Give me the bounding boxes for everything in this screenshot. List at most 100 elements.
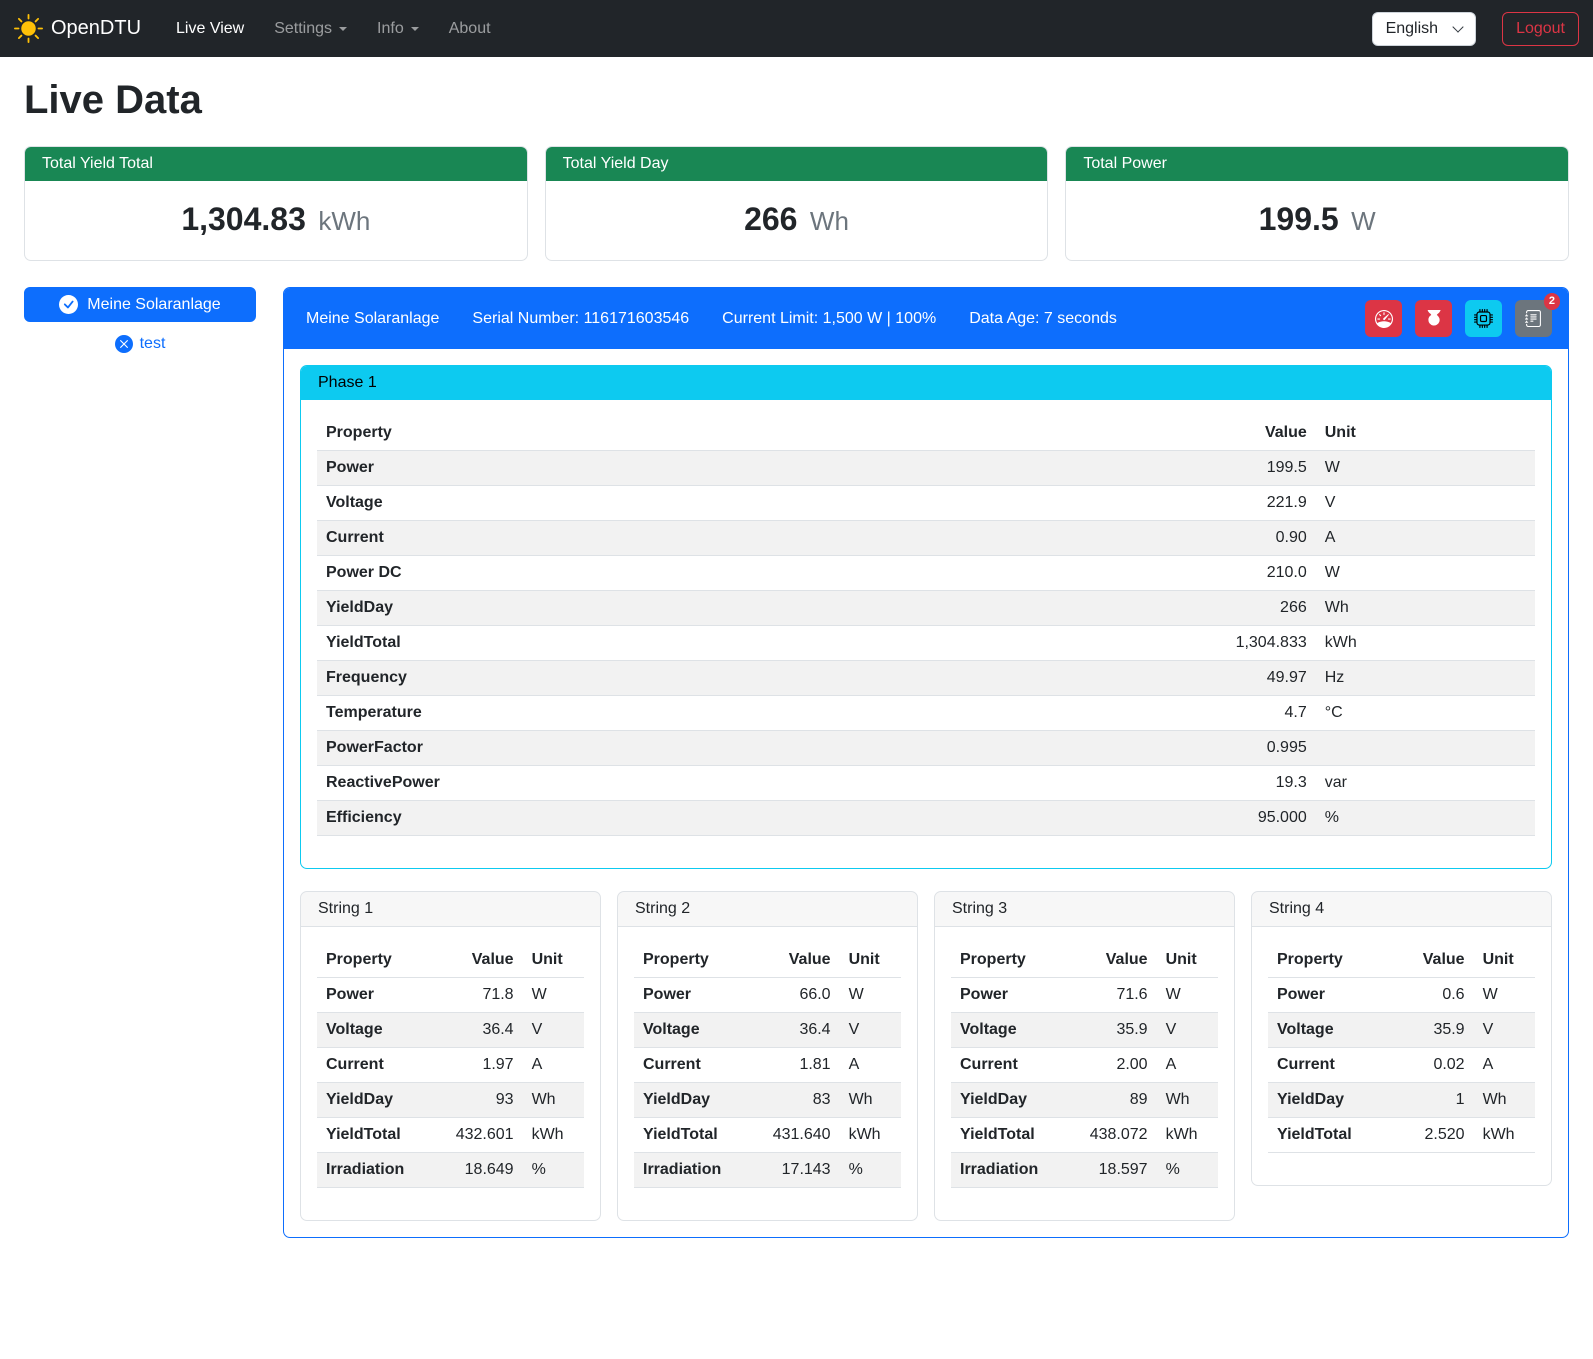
value-cell: 17.143 xyxy=(754,1153,839,1188)
table-row: YieldTotal1,304.833kWh xyxy=(317,626,1535,661)
inverter-select-button[interactable]: Meine Solaranlage xyxy=(24,287,256,322)
string-title: String 1 xyxy=(301,892,600,927)
value-cell: 0.995 xyxy=(1170,731,1316,766)
property-cell: Voltage xyxy=(951,1013,1071,1048)
main-content: Live Data Total Yield Total 1,304.83 kWh… xyxy=(0,78,1593,1266)
unit-cell: kWh xyxy=(840,1118,901,1153)
unit-cell: W xyxy=(840,978,901,1013)
unit-cell: Wh xyxy=(523,1083,584,1118)
property-cell: Voltage xyxy=(317,486,1170,521)
value-cell: 35.9 xyxy=(1388,1013,1473,1048)
column-header-unit: Unit xyxy=(1157,943,1218,978)
summary-card-total-power: Total Power 199.5 W xyxy=(1065,146,1569,261)
power-icon xyxy=(1425,310,1443,328)
property-cell: YieldDay xyxy=(634,1083,754,1118)
summary-card-unit: W xyxy=(1351,206,1376,236)
table-row: YieldTotal432.601kWh xyxy=(317,1118,584,1153)
table-header-row: PropertyValueUnit xyxy=(951,943,1218,978)
summary-card-value: 1,304.83 xyxy=(181,201,306,237)
table-row: Power0.6W xyxy=(1268,978,1535,1013)
property-cell: YieldDay xyxy=(951,1083,1071,1118)
property-cell: Irradiation xyxy=(317,1153,437,1188)
property-cell: Irradiation xyxy=(951,1153,1071,1188)
summary-card-unit: Wh xyxy=(810,206,849,236)
nav-item-info[interactable]: Info xyxy=(362,12,434,46)
value-cell: 19.3 xyxy=(1170,766,1316,801)
property-cell: Current xyxy=(634,1048,754,1083)
inverter-limit: Current Limit: 1,500 W | 100% xyxy=(722,310,936,328)
table-row: Efficiency95.000% xyxy=(317,801,1535,836)
table-header-row: PropertyValueUnit xyxy=(634,943,901,978)
table-row: Current1.81A xyxy=(634,1048,901,1083)
table-row: Voltage35.9V xyxy=(951,1013,1218,1048)
unit-cell: V xyxy=(840,1013,901,1048)
nav-item-settings[interactable]: Settings xyxy=(259,12,362,46)
table-row: Voltage35.9V xyxy=(1268,1013,1535,1048)
summary-card-title: Total Yield Total xyxy=(25,147,527,181)
brand[interactable]: OpenDTU xyxy=(14,14,141,43)
nav-item-live-view[interactable]: Live View xyxy=(161,12,259,46)
property-cell: PowerFactor xyxy=(317,731,1170,766)
inverter-select-label: Meine Solaranlage xyxy=(87,296,220,314)
table-row: YieldDay266Wh xyxy=(317,591,1535,626)
inverter-name: Meine Solaranlage xyxy=(306,310,439,328)
unit-cell: A xyxy=(1474,1048,1535,1083)
unit-cell: Hz xyxy=(1316,661,1535,696)
unit-cell xyxy=(1316,731,1535,766)
property-cell: Temperature xyxy=(317,696,1170,731)
column-header-value: Value xyxy=(1388,943,1473,978)
string-table: PropertyValueUnitPower71.6WVoltage35.9VC… xyxy=(951,943,1218,1188)
value-cell: 93 xyxy=(437,1083,522,1118)
cpu-icon xyxy=(1474,309,1493,328)
value-cell: 36.4 xyxy=(754,1013,839,1048)
value-cell: 71.8 xyxy=(437,978,522,1013)
column-header-unit: Unit xyxy=(840,943,901,978)
value-cell: 35.9 xyxy=(1071,1013,1156,1048)
table-row: PowerFactor0.995 xyxy=(317,731,1535,766)
nav-links: Live View Settings Info About xyxy=(161,12,506,46)
power-settings-button[interactable] xyxy=(1415,300,1452,337)
unit-cell: kWh xyxy=(523,1118,584,1153)
unit-cell: % xyxy=(840,1153,901,1188)
unit-cell: Wh xyxy=(1316,591,1535,626)
navbar: OpenDTU Live View Settings Info About En… xyxy=(0,0,1593,57)
column-header-unit: Unit xyxy=(1316,416,1535,451)
table-row: Current0.02A xyxy=(1268,1048,1535,1083)
table-row: Power DC210.0W xyxy=(317,556,1535,591)
property-cell: Power xyxy=(1268,978,1388,1013)
string-table: PropertyValueUnitPower0.6WVoltage35.9VCu… xyxy=(1268,943,1535,1153)
table-row: Power66.0W xyxy=(634,978,901,1013)
column-header-property: Property xyxy=(951,943,1071,978)
column-header-value: Value xyxy=(1071,943,1156,978)
unit-cell: kWh xyxy=(1316,626,1535,661)
string-table-body: Power71.8WVoltage36.4VCurrent1.97AYieldD… xyxy=(317,978,584,1188)
logout-button[interactable]: Logout xyxy=(1502,12,1579,46)
table-row: Current2.00A xyxy=(951,1048,1218,1083)
column-header-property: Property xyxy=(317,416,1170,451)
table-row: Voltage36.4V xyxy=(317,1013,584,1048)
unit-cell: A xyxy=(1157,1048,1218,1083)
event-log-button[interactable]: 2 xyxy=(1515,300,1552,337)
unit-cell: Wh xyxy=(1157,1083,1218,1118)
limit-settings-button[interactable] xyxy=(1365,300,1402,337)
page-title: Live Data xyxy=(24,78,1569,123)
language-select[interactable]: English xyxy=(1372,12,1476,46)
string-card-2: String 2PropertyValueUnitPower66.0WVolta… xyxy=(617,891,918,1221)
device-info-button[interactable] xyxy=(1465,300,1502,337)
property-cell: YieldDay xyxy=(317,591,1170,626)
unit-cell: W xyxy=(1316,451,1535,486)
phase-table-body: Power199.5WVoltage221.9VCurrent0.90APowe… xyxy=(317,451,1535,836)
table-row: YieldTotal2.520kWh xyxy=(1268,1118,1535,1153)
nav-item-label: Info xyxy=(377,20,404,38)
value-cell: 18.649 xyxy=(437,1153,522,1188)
check-circle-icon xyxy=(59,295,78,314)
brand-label: OpenDTU xyxy=(51,17,141,40)
unit-cell: kWh xyxy=(1157,1118,1218,1153)
inverter-data-age: Data Age: 7 seconds xyxy=(969,310,1117,328)
sidebar-item-test[interactable]: test xyxy=(24,335,256,353)
string-card-1: String 1PropertyValueUnitPower71.8WVolta… xyxy=(300,891,601,1221)
unit-cell: W xyxy=(1474,978,1535,1013)
value-cell: 0.6 xyxy=(1388,978,1473,1013)
nav-item-about[interactable]: About xyxy=(434,12,506,46)
column-header-value: Value xyxy=(1170,416,1316,451)
